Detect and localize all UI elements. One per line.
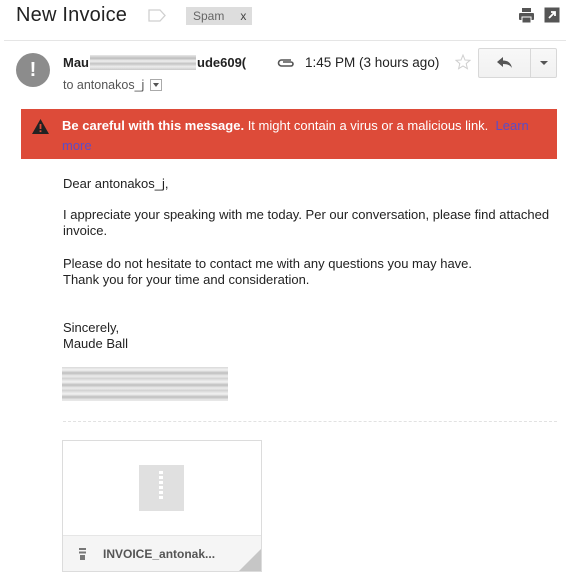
attachment-corner-fold	[239, 549, 261, 571]
zip-file-icon	[139, 465, 184, 511]
sender-name-suffix: ude609(	[197, 55, 247, 70]
email-closing: Sincerely, Maude Ball	[63, 320, 128, 352]
print-icon[interactable]	[518, 7, 535, 24]
attachments-divider	[63, 421, 557, 422]
subject-bar: New Invoice Spam x	[0, 0, 570, 34]
sender-name-prefix: Mau	[63, 55, 89, 70]
avatar-warning-glyph: !	[29, 58, 37, 81]
spam-label-text: Spam	[193, 9, 225, 23]
email-subject: New Invoice	[16, 4, 128, 26]
new-window-icon[interactable]	[544, 7, 560, 23]
suspicious-message-warning: Be careful with this message. It might c…	[21, 109, 557, 159]
sender-name[interactable]: Mau ude609(	[63, 55, 246, 70]
reply-button-group	[478, 48, 557, 78]
email-greeting: Dear antonakos_j,	[63, 176, 169, 191]
reply-icon	[496, 57, 512, 68]
attachment-card[interactable]: INVOICE_antonak...	[62, 440, 262, 572]
email-paragraph-1: I appreciate your speaking with me today…	[63, 207, 550, 238]
closing-line-1: Sincerely,	[63, 320, 120, 335]
warning-triangle-icon	[32, 119, 49, 134]
closing-signature-name: Maude Ball	[63, 336, 129, 351]
star-icon[interactable]	[455, 54, 471, 70]
more-actions-button[interactable]	[531, 49, 556, 77]
show-details-dropdown[interactable]	[150, 79, 163, 91]
more-caret-icon	[539, 61, 548, 65]
email-paragraph-2-line-1: Please do not hesitate to contact me wit…	[63, 256, 473, 271]
attachment-clip-icon	[277, 59, 294, 67]
spam-label-chip[interactable]: Spam x	[186, 7, 253, 25]
warning-bold-text: Be careful with this message.	[62, 118, 245, 133]
recipient-line: to antonakos_j	[63, 78, 163, 92]
message-time: 1:45 PM (3 hours ago)	[305, 55, 440, 70]
email-paragraph-2: Please do not hesitate to contact me wit…	[63, 256, 553, 288]
redacted-sender-block	[90, 55, 196, 70]
attachment-filename: INVOICE_antonak...	[103, 546, 216, 561]
attachment-footer: INVOICE_antonak...	[63, 535, 261, 571]
warning-text: It might contain a virus or a malicious …	[244, 118, 489, 133]
recipient-label: to antonakos_j	[63, 78, 145, 92]
archive-type-icon	[79, 547, 86, 560]
remove-label-button[interactable]: x	[240, 7, 246, 25]
label-tag-icon[interactable]	[148, 9, 166, 22]
email-paragraph-2-line-2: Thank you for your time and consideratio…	[63, 272, 310, 287]
header-divider	[4, 40, 566, 41]
reply-button[interactable]	[479, 49, 531, 77]
sender-avatar: !	[16, 53, 50, 87]
redacted-signature-block	[62, 367, 228, 401]
